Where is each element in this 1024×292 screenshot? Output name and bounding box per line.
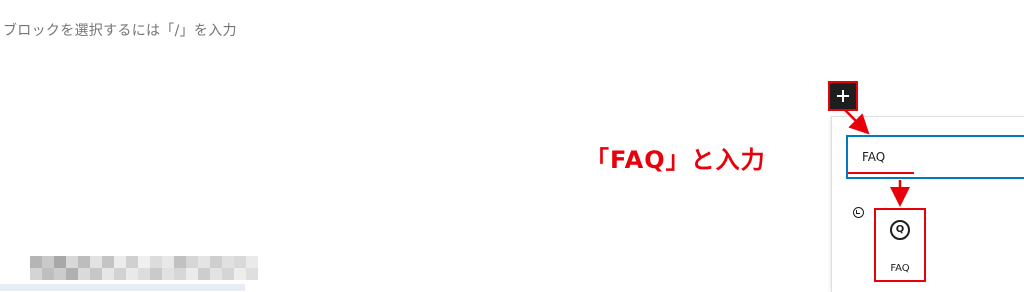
annotation-callout: 「FAQ」と入力 (585, 146, 766, 174)
bottom-strip (0, 284, 245, 291)
clock-icon (853, 207, 864, 218)
faq-block-icon: Q (890, 220, 910, 240)
block-search-value: FAQ (862, 150, 886, 164)
add-block-button[interactable] (828, 81, 858, 111)
blurred-content (18, 244, 268, 284)
annotation-underline (848, 172, 914, 174)
block-result-label: FAQ (890, 263, 910, 274)
block-placeholder[interactable]: ブロックを選択するには「/」を入力 (3, 20, 237, 40)
block-result-faq[interactable]: Q FAQ (874, 208, 926, 282)
